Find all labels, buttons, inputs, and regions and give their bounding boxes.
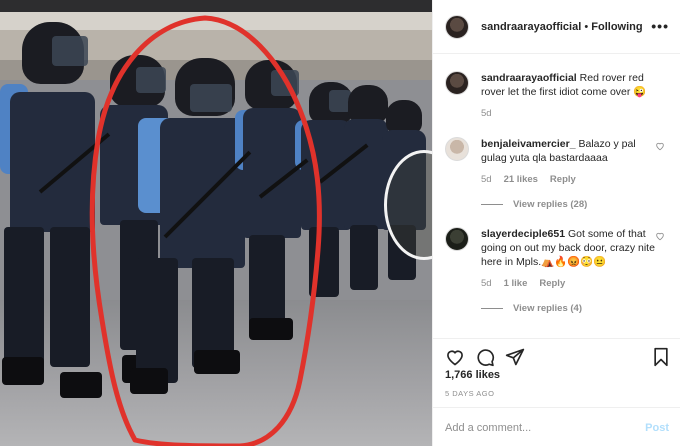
replies-line: [481, 204, 503, 205]
heart-icon[interactable]: [445, 347, 465, 367]
comment-age: 5d: [481, 278, 492, 289]
likes-count[interactable]: 1,766 likes: [445, 369, 500, 381]
comment-input[interactable]: [445, 421, 625, 434]
post-button[interactable]: Post: [645, 422, 669, 434]
replies-line: [481, 308, 503, 309]
post-details-panel: sandraarayaofficial • Following ••• sand…: [432, 0, 680, 446]
author-info: sandraarayaofficial • Following: [481, 21, 643, 33]
comment-item: benjaleivamercier_ Balazo y pal gulag yu…: [445, 137, 671, 187]
bookmark-icon[interactable]: [651, 347, 671, 367]
comment-icon[interactable]: [475, 347, 495, 367]
comment-username[interactable]: slayerdeciple651: [481, 228, 565, 240]
red-circle-annotation: [89, 15, 322, 446]
view-replies-label: View replies (4): [513, 303, 582, 314]
caption-author-avatar[interactable]: [445, 71, 469, 95]
comments-list[interactable]: sandraarayaofficial Red rover red rover …: [433, 55, 680, 338]
post-header: sandraarayaofficial • Following •••: [433, 0, 680, 54]
commenter-avatar[interactable]: [445, 137, 469, 161]
caption-username[interactable]: sandraarayaofficial: [481, 72, 577, 84]
comment-likes[interactable]: 1 like: [504, 277, 528, 291]
comment-username[interactable]: benjaleivamercier_: [481, 138, 576, 150]
comment-box: Post: [433, 407, 680, 446]
view-replies-label: View replies (28): [513, 199, 588, 210]
action-icons: [445, 347, 671, 369]
reply-button[interactable]: Reply: [550, 173, 576, 187]
author-username[interactable]: sandraarayaofficial: [481, 21, 581, 33]
following-button[interactable]: Following: [591, 21, 642, 33]
post-actions: 1,766 likes 5 DAYS AGO Post: [433, 338, 680, 446]
view-replies-button[interactable]: View replies (4): [481, 303, 582, 314]
comment-likes[interactable]: 21 likes: [504, 173, 538, 187]
post-photo[interactable]: [0, 0, 432, 446]
post-date: 5 DAYS AGO: [445, 389, 495, 398]
share-icon[interactable]: [505, 347, 525, 367]
commenter-avatar[interactable]: [445, 227, 469, 251]
comment-age: 5d: [481, 174, 492, 185]
more-icon[interactable]: •••: [651, 18, 669, 34]
small-heart-icon[interactable]: [655, 231, 665, 241]
reply-button[interactable]: Reply: [539, 277, 565, 291]
separator-dot: •: [584, 20, 589, 33]
small-heart-icon[interactable]: [655, 141, 665, 151]
author-avatar[interactable]: [445, 14, 469, 39]
caption-age: 5d: [481, 108, 492, 119]
comment-item: slayerdeciple651 Got some of that going …: [445, 227, 671, 291]
caption: sandraarayaofficial Red rover red rover …: [445, 71, 671, 121]
view-replies-button[interactable]: View replies (28): [481, 199, 587, 210]
